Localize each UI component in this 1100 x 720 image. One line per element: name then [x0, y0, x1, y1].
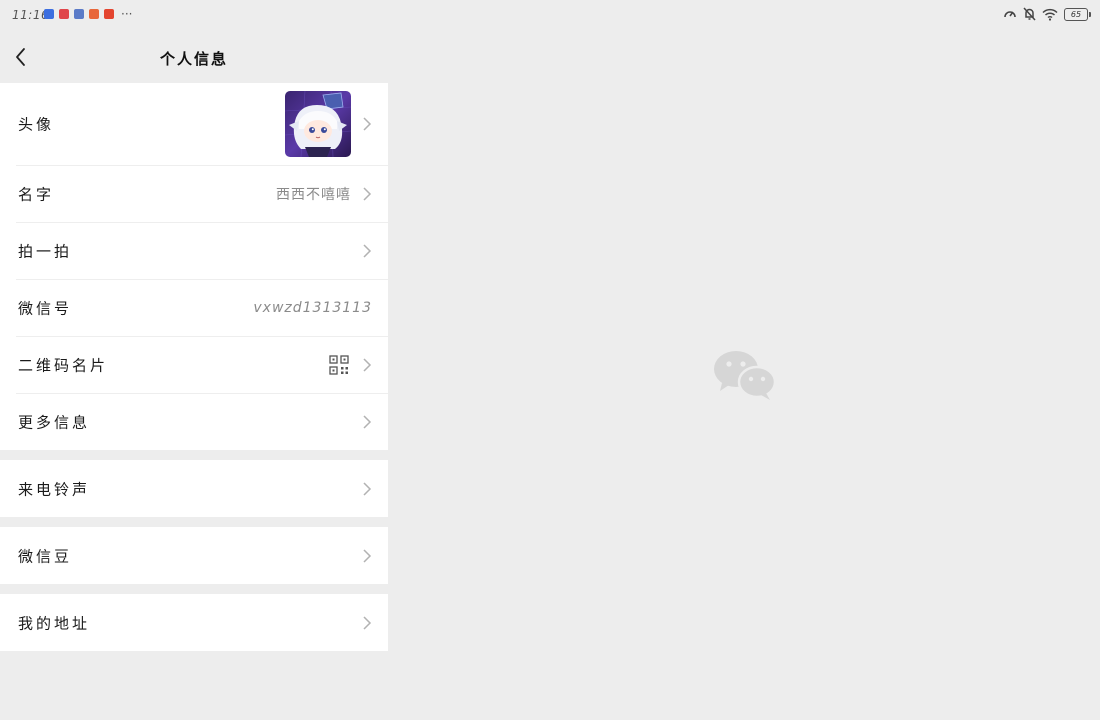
page-title: 个人信息	[159, 50, 228, 68]
navigation-bar: 个人信息	[0, 32, 388, 83]
profile-group: 头像 名字 西西不嘻嘻 拍一拍 微信号 vxwzd1313113 二维码名片 更…	[0, 83, 388, 450]
ringtone-row-label: 来电铃声	[18, 480, 91, 498]
chevron-right-icon	[363, 414, 372, 429]
name-row[interactable]: 名字 西西不嘻嘻	[0, 165, 388, 222]
chevron-right-icon	[363, 117, 372, 131]
pat-row-label: 拍一拍	[18, 242, 73, 260]
app-notification-icon-3	[74, 9, 84, 19]
wechat-logo-icon	[714, 351, 776, 400]
chevron-right-icon	[363, 548, 372, 563]
personal-info-panel: 个人信息 头像 名字 西西不嘻嘻 拍一拍 微信号 vxwzd1313113 二维…	[0, 32, 388, 720]
bell-muted-icon	[1023, 7, 1036, 21]
more-info-row-label: 更多信息	[18, 413, 91, 431]
wechat-id-row-label: 微信号	[18, 299, 73, 317]
beans-group: 微信豆	[0, 527, 388, 584]
address-group: 我的地址	[0, 594, 388, 651]
avatar-row-label: 头像	[18, 115, 55, 134]
app-notification-icon-1	[44, 9, 54, 19]
app-notification-icon-4	[89, 9, 99, 19]
wechat-id-value: vxwzd1313113	[253, 299, 372, 316]
more-notifications-icon: ···	[121, 7, 133, 21]
ringtone-row[interactable]: 来电铃声	[0, 460, 388, 517]
my-address-row[interactable]: 我的地址	[0, 594, 388, 651]
avatar-image	[285, 91, 351, 157]
notification-icons: ···	[44, 7, 133, 21]
qr-code-row-label: 二维码名片	[18, 356, 109, 374]
pat-row[interactable]: 拍一拍	[0, 222, 388, 279]
wifi-icon	[1042, 8, 1058, 21]
wechat-id-row[interactable]: 微信号 vxwzd1313113	[0, 279, 388, 336]
app-notification-icon-2	[59, 9, 69, 19]
avatar[interactable]	[285, 91, 351, 157]
chevron-right-icon	[363, 615, 372, 630]
data-saver-icon	[1004, 11, 1016, 18]
chevron-right-icon	[363, 357, 372, 372]
more-info-row[interactable]: 更多信息	[0, 393, 388, 450]
app-notification-icon-5	[104, 9, 114, 19]
status-indicators: 65	[1003, 7, 1091, 21]
chevron-right-icon	[363, 186, 372, 201]
wechat-beans-row-label: 微信豆	[18, 547, 73, 565]
wechat-beans-row[interactable]: 微信豆	[0, 527, 388, 584]
chevron-right-icon	[363, 481, 372, 496]
qr-code-icon	[329, 354, 349, 375]
name-value: 西西不嘻嘻	[276, 186, 351, 203]
avatar-row[interactable]: 头像	[0, 83, 388, 165]
my-address-row-label: 我的地址	[18, 614, 91, 632]
chevron-right-icon	[363, 243, 372, 258]
battery-icon: 65	[1064, 7, 1091, 21]
qr-code-row[interactable]: 二维码名片	[0, 336, 388, 393]
name-row-label: 名字	[18, 185, 55, 203]
ringtone-group: 来电铃声	[0, 460, 388, 517]
status-bar: 11:16 ··· 65	[0, 0, 1100, 32]
